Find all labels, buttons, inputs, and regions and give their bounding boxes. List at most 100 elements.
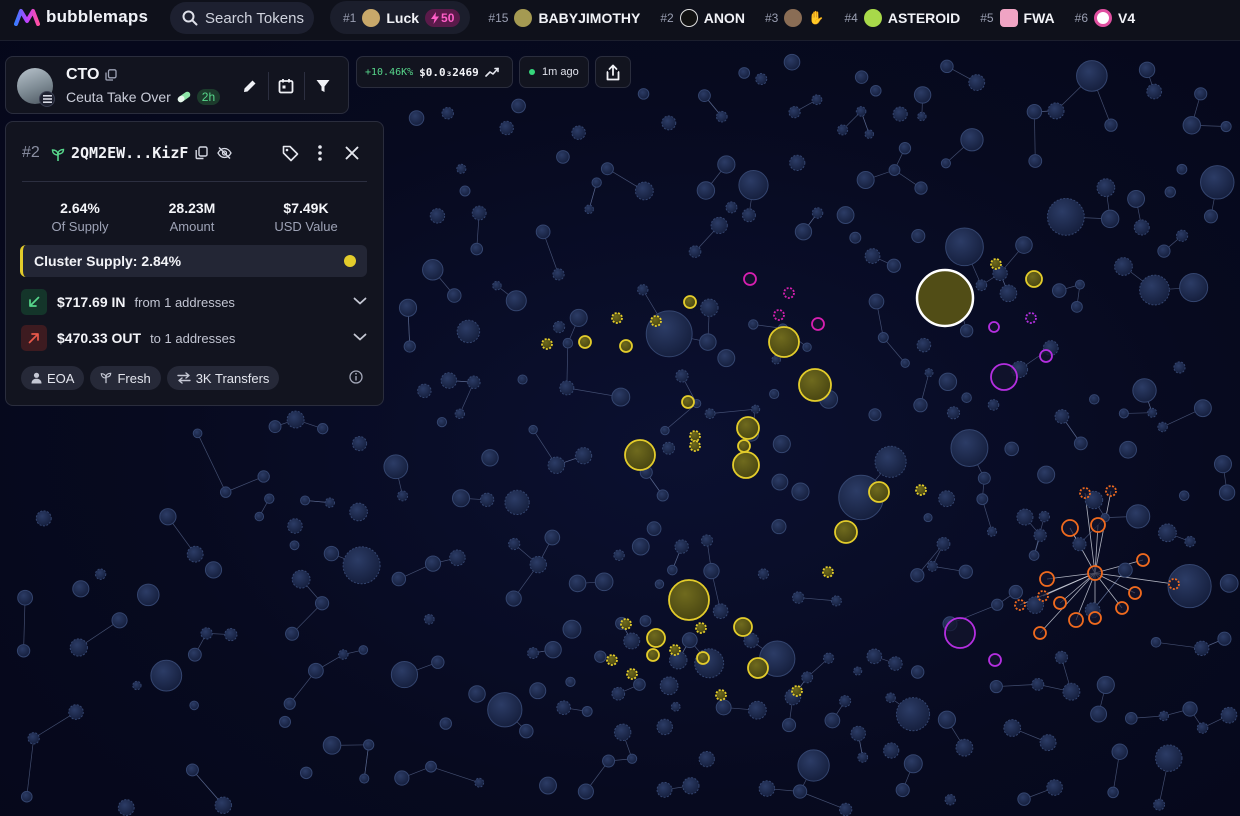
wallet-bubble	[1150, 636, 1162, 648]
divider	[304, 72, 305, 100]
search-tokens-button[interactable]: Search Tokens	[170, 2, 314, 34]
chevron-down-icon[interactable]	[353, 293, 367, 311]
close-icon[interactable]	[343, 144, 361, 162]
wallet-bubble	[285, 626, 300, 641]
wallet-bubble	[459, 185, 471, 197]
more-options-icon[interactable]	[313, 144, 327, 162]
trending-token-2[interactable]: #15 BABYJIMOTHY	[488, 8, 640, 27]
wallet-bubble	[1132, 378, 1157, 403]
stat-amount: 28.23M Amount	[137, 200, 247, 234]
chevron-down-icon[interactable]	[353, 329, 367, 347]
wallet-bubble	[1184, 535, 1196, 548]
share-icon	[606, 64, 620, 80]
wallet-bubble	[1196, 722, 1209, 734]
wallet-bubble	[1193, 640, 1210, 657]
highlighted-wallet-bubble	[1088, 611, 1102, 625]
token-avatar	[679, 8, 698, 27]
copy-address-icon[interactable]	[195, 146, 208, 160]
wallet-bubble	[111, 612, 128, 629]
tag-icon[interactable]	[281, 144, 299, 162]
highlighted-wallet-bubble	[783, 287, 795, 299]
tag-fresh[interactable]: Fresh	[90, 366, 161, 390]
wallet-bubble	[1072, 537, 1087, 552]
wallet-bubble	[914, 181, 928, 195]
highlighted-wallet-bubble	[689, 440, 701, 452]
info-icon[interactable]	[349, 370, 363, 389]
wallet-bubble	[264, 493, 275, 504]
wallet-bubble	[856, 170, 875, 189]
transfer-link	[710, 408, 756, 414]
cluster-supply-row[interactable]: Cluster Supply: 2.84%	[20, 245, 367, 277]
trending-token-6[interactable]: #5 FWA	[980, 8, 1055, 27]
wallet-bubble	[792, 784, 808, 799]
highlighted-wallet-bubble	[541, 338, 553, 350]
wallet-bubble	[17, 589, 33, 606]
wallet-bubble	[1182, 116, 1201, 135]
wallet-bubble	[987, 399, 1000, 411]
tag-transfers[interactable]: 3K Transfers	[166, 366, 280, 390]
highlighted-wallet-bubble	[1115, 601, 1129, 615]
trending-token-4[interactable]: #3 ✋	[765, 8, 824, 27]
price-chip[interactable]: +10.46K% $0.0₃2469	[356, 56, 513, 88]
trending-token-5[interactable]: #4 ASTEROID	[844, 8, 960, 27]
wallet-bubble	[660, 425, 670, 436]
inflow-row[interactable]: $717.69 IN from 1 addresses	[21, 288, 367, 316]
wallet-bubble	[1203, 209, 1218, 224]
wallet-bubble	[968, 74, 986, 91]
wallet-bubble	[1219, 573, 1239, 593]
filter-button[interactable]	[308, 71, 338, 101]
wallet-bubble	[771, 519, 787, 535]
wallet-bubble	[955, 738, 974, 757]
edit-button[interactable]	[235, 71, 265, 101]
hide-eye-icon[interactable]	[217, 146, 232, 160]
wallet-bubble	[633, 678, 646, 691]
stat-value: 2.64%	[60, 200, 100, 216]
wallet-bubble	[830, 595, 842, 607]
transfer-link	[23, 597, 26, 651]
wallet-bubble	[307, 662, 324, 679]
wallet-bubble	[1117, 562, 1133, 578]
wallet-bubble	[456, 163, 467, 174]
wallet-bubble	[451, 489, 471, 508]
wallet-bubble	[556, 700, 572, 716]
wallet-bubble	[559, 380, 575, 396]
wallet-bubble	[1003, 719, 1022, 737]
wallet-bubble	[342, 546, 381, 585]
wallet-bubble	[571, 125, 586, 140]
highlighted-wallet-bubble	[1025, 312, 1037, 324]
wallet-bubble	[431, 655, 445, 669]
tag-eoa[interactable]: EOA	[21, 366, 85, 390]
wallet-bubble	[314, 596, 330, 611]
logo[interactable]: bubblemaps	[14, 7, 148, 27]
price-change: +10.46K%	[365, 66, 414, 78]
wallet-bubble	[853, 666, 863, 676]
highlighted-wallet-bubble	[733, 617, 753, 637]
wallet-bubble	[72, 580, 90, 598]
outflow-row[interactable]: $470.33 OUT to 1 addresses	[21, 324, 367, 352]
wallet-bubble	[189, 700, 199, 711]
wallet-bubble	[946, 406, 961, 420]
stat-supply: 2.64% Of Supply	[25, 200, 135, 234]
trending-token-3[interactable]: #2 ANON	[660, 8, 745, 27]
calendar-button[interactable]	[271, 71, 301, 101]
highlighted-wallet-bubble	[743, 272, 757, 286]
last-update-chip[interactable]: 1m ago	[519, 56, 589, 88]
wallet-bubble	[1220, 120, 1232, 133]
highlighted-wallet-bubble	[620, 618, 632, 630]
highlighted-wallet-bubble	[1105, 485, 1117, 497]
wallet-bubble	[700, 298, 719, 317]
trending-token-7[interactable]: #6 V4	[1075, 8, 1135, 27]
wallet-bubble	[1124, 712, 1138, 725]
wallet-bubble	[552, 320, 566, 334]
wallet-bubble	[544, 641, 562, 659]
highlighted-wallet-bubble	[1136, 553, 1150, 567]
wallet-bubble	[358, 645, 369, 655]
wallet-bubble	[656, 489, 669, 502]
logo-text: bubblemaps	[46, 7, 149, 26]
wallet-bubble	[792, 591, 805, 604]
trending-token-1[interactable]: #1 Luck 50	[330, 1, 471, 34]
copy-icon[interactable]	[105, 68, 117, 86]
highlighted-wallet-bubble	[915, 484, 927, 496]
share-button[interactable]	[595, 56, 631, 88]
highlighted-wallet-bubble	[834, 520, 858, 544]
